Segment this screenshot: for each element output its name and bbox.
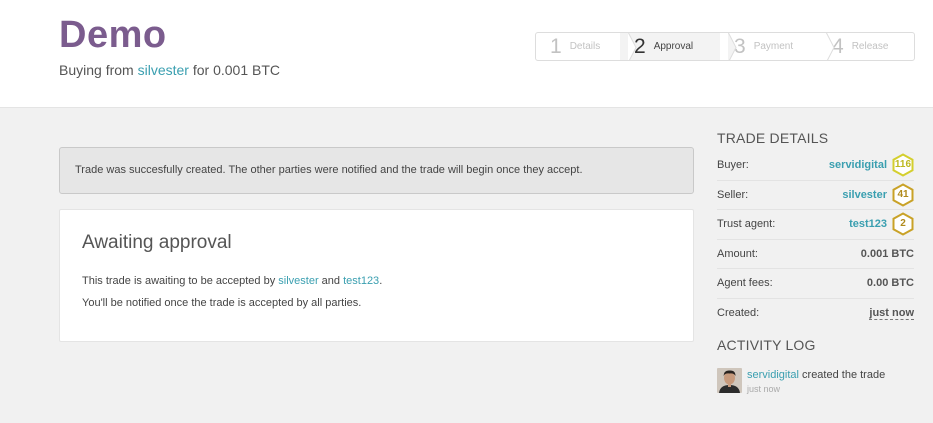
fees-value: 0.00 BTC [866, 277, 914, 290]
activity-user-link[interactable]: servidigital [747, 369, 799, 381]
reputation-badge-icon: 41 [892, 183, 914, 207]
notify-text: You'll be notified once the trade is acc… [82, 297, 362, 309]
party-link-silvester[interactable]: silvester [278, 275, 318, 287]
step-label: Details [569, 41, 601, 52]
awaiting-and: and [318, 275, 344, 287]
success-notice: Trade was succesfully created. The other… [59, 147, 694, 194]
page-subtitle: Buying from silvester for 0.001 BTC [59, 62, 280, 78]
detail-label: Buyer: [717, 159, 749, 172]
trade-details-title: TRADE DETAILS [717, 130, 829, 146]
detail-row-seller: Seller: silvester 41 [717, 181, 914, 210]
detail-row-buyer: Buyer: servidigital 116 [717, 151, 914, 181]
detail-row-created: Created: just now [717, 299, 914, 329]
trade-details-list: Buyer: servidigital 116 Seller: silveste… [717, 151, 914, 328]
detail-label: Amount: [717, 247, 758, 260]
detail-row-agent: Trust agent: test123 2 [717, 210, 914, 240]
sidebar: TRADE DETAILS Buyer: servidigital 116 Se… [717, 130, 914, 396]
subtitle-prefix: Buying from [59, 62, 138, 78]
page-title: Demo [59, 14, 167, 56]
amount-value: 0.001 BTC [860, 247, 914, 260]
agent-link[interactable]: test123 [849, 218, 887, 230]
detail-row-fees: Agent fees: 0.00 BTC [717, 269, 914, 299]
step-label: Release [851, 41, 889, 52]
seller-detail-link[interactable]: silvester [842, 189, 887, 201]
card-title: Awaiting approval [82, 232, 232, 253]
activity-log-title: ACTIVITY LOG [717, 337, 816, 353]
party-link-test123[interactable]: test123 [343, 275, 379, 287]
step-label: Approval [653, 41, 694, 52]
approval-card: Awaiting approval This trade is awaiting… [59, 209, 694, 342]
detail-row-amount: Amount: 0.001 BTC [717, 240, 914, 269]
trade-progress-steps: 1 Details 2 Approval 3 Payment 4 Release [535, 32, 915, 61]
activity-action: created the trade [798, 369, 886, 381]
activity-text: servidigital created the trade [747, 368, 885, 382]
reputation-score: 116 [894, 159, 912, 171]
step-label: Payment [753, 41, 794, 52]
seller-link[interactable]: silvester [138, 62, 189, 78]
detail-label: Seller: [717, 188, 749, 201]
detail-label: Agent fees: [717, 277, 773, 290]
awaiting-suffix: . [379, 275, 383, 287]
awaiting-text: This trade is awaiting to be accepted by… [82, 275, 382, 287]
buyer-link[interactable]: servidigital [829, 159, 887, 171]
avatar [717, 368, 742, 393]
subtitle-suffix: for 0.001 BTC [188, 62, 280, 78]
detail-label: Created: [717, 307, 760, 320]
activity-time: just now [747, 384, 781, 394]
reputation-score: 41 [897, 188, 909, 200]
created-timestamp[interactable]: just now [869, 307, 914, 320]
reputation-score: 2 [900, 218, 906, 230]
page-header: Demo Buying from silvester for 0.001 BTC… [0, 0, 933, 108]
activity-entry: servidigital created the trade just now [717, 368, 914, 396]
step-number: 1 [550, 34, 562, 58]
reputation-badge-icon: 2 [892, 212, 914, 236]
awaiting-prefix: This trade is awaiting to be accepted by [82, 275, 279, 287]
reputation-badge-icon: 116 [892, 153, 914, 177]
detail-label: Trust agent: [717, 218, 776, 231]
step-details: 1 Details [536, 33, 637, 60]
